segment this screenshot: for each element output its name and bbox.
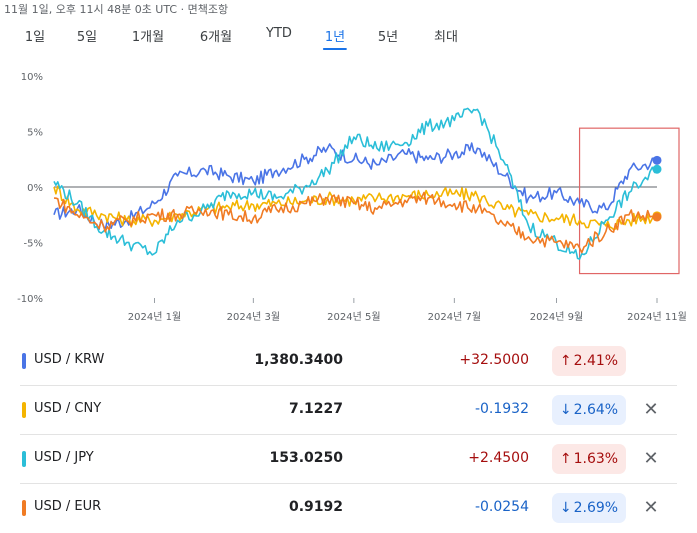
x-tick-label: 2024년 5월 <box>327 311 380 323</box>
series-swatch-eur <box>22 500 26 516</box>
x-tick-label: 2024년 3월 <box>227 311 280 323</box>
percent-value: 2.64% <box>573 402 619 418</box>
percent-value: 2.69% <box>573 500 619 516</box>
percent-value: 1.63% <box>573 451 619 467</box>
currency-row-cny[interactable]: USD / CNY 7.1227 -0.1932 ↓ 2.64% ✕ <box>0 386 697 435</box>
tab-5y[interactable]: 5년 <box>378 26 398 49</box>
pair-label: USD / KRW <box>34 352 105 367</box>
close-icon: ✕ <box>643 448 659 469</box>
series-line-2 <box>53 107 658 260</box>
y-tick-label: 0% <box>27 183 43 194</box>
timestamp-disclaimer: 11월 1일, 오후 11시 48분 0초 UTC · 면책조항 <box>4 3 229 16</box>
series-end-point-3 <box>652 212 662 222</box>
tab-6m[interactable]: 6개월 <box>200 26 232 49</box>
change-value: +32.5000 <box>459 352 529 368</box>
tab-1y[interactable]: 1년 <box>322 26 348 50</box>
tab-5d[interactable]: 5일 <box>77 26 97 49</box>
pair-label: USD / CNY <box>34 401 102 416</box>
price-value: 1,380.3400 <box>254 352 343 368</box>
x-tick-label: 2024년 11월 <box>627 311 687 323</box>
arrow-up-icon: ↑ <box>559 353 572 369</box>
price-value: 153.0250 <box>269 450 343 466</box>
y-tick-label: -5% <box>24 239 43 250</box>
price-value: 0.9192 <box>288 499 343 515</box>
pair-label: USD / JPY <box>34 450 94 465</box>
currency-row-jpy[interactable]: USD / JPY 153.0250 +2.4500 ↑ 1.63% ✕ <box>0 435 697 484</box>
x-tick-label: 2024년 1월 <box>128 311 181 323</box>
series-end-point-0 <box>652 155 662 165</box>
tab-1d[interactable]: 1일 <box>25 26 45 49</box>
tab-ytd[interactable]: YTD <box>266 26 292 45</box>
price-value: 7.1227 <box>288 401 343 417</box>
close-icon: ✕ <box>643 399 659 420</box>
range-tabs: 1일 5일 1개월 6개월 YTD 1년 5년 최대 <box>0 26 697 50</box>
remove-cny-button[interactable]: ✕ <box>641 400 661 420</box>
series-swatch-krw <box>22 353 26 369</box>
percent-badge: ↓ 2.64% <box>552 395 626 425</box>
change-value: +2.4500 <box>468 450 529 466</box>
pair-label: USD / EUR <box>34 499 102 514</box>
percent-value: 2.41% <box>573 353 619 369</box>
remove-eur-button[interactable]: ✕ <box>641 498 661 518</box>
remove-jpy-button[interactable]: ✕ <box>641 449 661 469</box>
percent-badge: ↑ 1.63% <box>552 444 626 474</box>
close-icon: ✕ <box>643 497 659 518</box>
tab-1m[interactable]: 1개월 <box>132 26 164 49</box>
y-tick-label: 5% <box>27 128 43 139</box>
arrow-down-icon: ↓ <box>559 500 572 516</box>
highlight-box <box>578 127 680 275</box>
currency-chart[interactable]: 10% 5% 0% -5% -10% 2024년 1월 2024년 3월 2024년 5월 20… <box>0 60 697 330</box>
series-end-point-2 <box>652 164 662 174</box>
change-value: -0.0254 <box>474 499 529 515</box>
arrow-up-icon: ↑ <box>559 451 572 467</box>
currency-row-krw[interactable]: USD / KRW 1,380.3400 +32.5000 ↑ 2.41% <box>0 337 697 386</box>
percent-badge: ↓ 2.69% <box>552 493 626 523</box>
x-tick-label: 2024년 9월 <box>530 311 583 323</box>
arrow-down-icon: ↓ <box>559 402 572 418</box>
y-tick-label: -10% <box>17 294 43 305</box>
tab-max[interactable]: 최대 <box>434 26 458 49</box>
percent-badge: ↑ 2.41% <box>552 346 626 376</box>
y-tick-label: 10% <box>21 72 43 83</box>
series-swatch-cny <box>22 402 26 418</box>
change-value: -0.1932 <box>474 401 529 417</box>
x-tick-label: 2024년 7월 <box>428 311 481 323</box>
series-swatch-jpy <box>22 451 26 467</box>
